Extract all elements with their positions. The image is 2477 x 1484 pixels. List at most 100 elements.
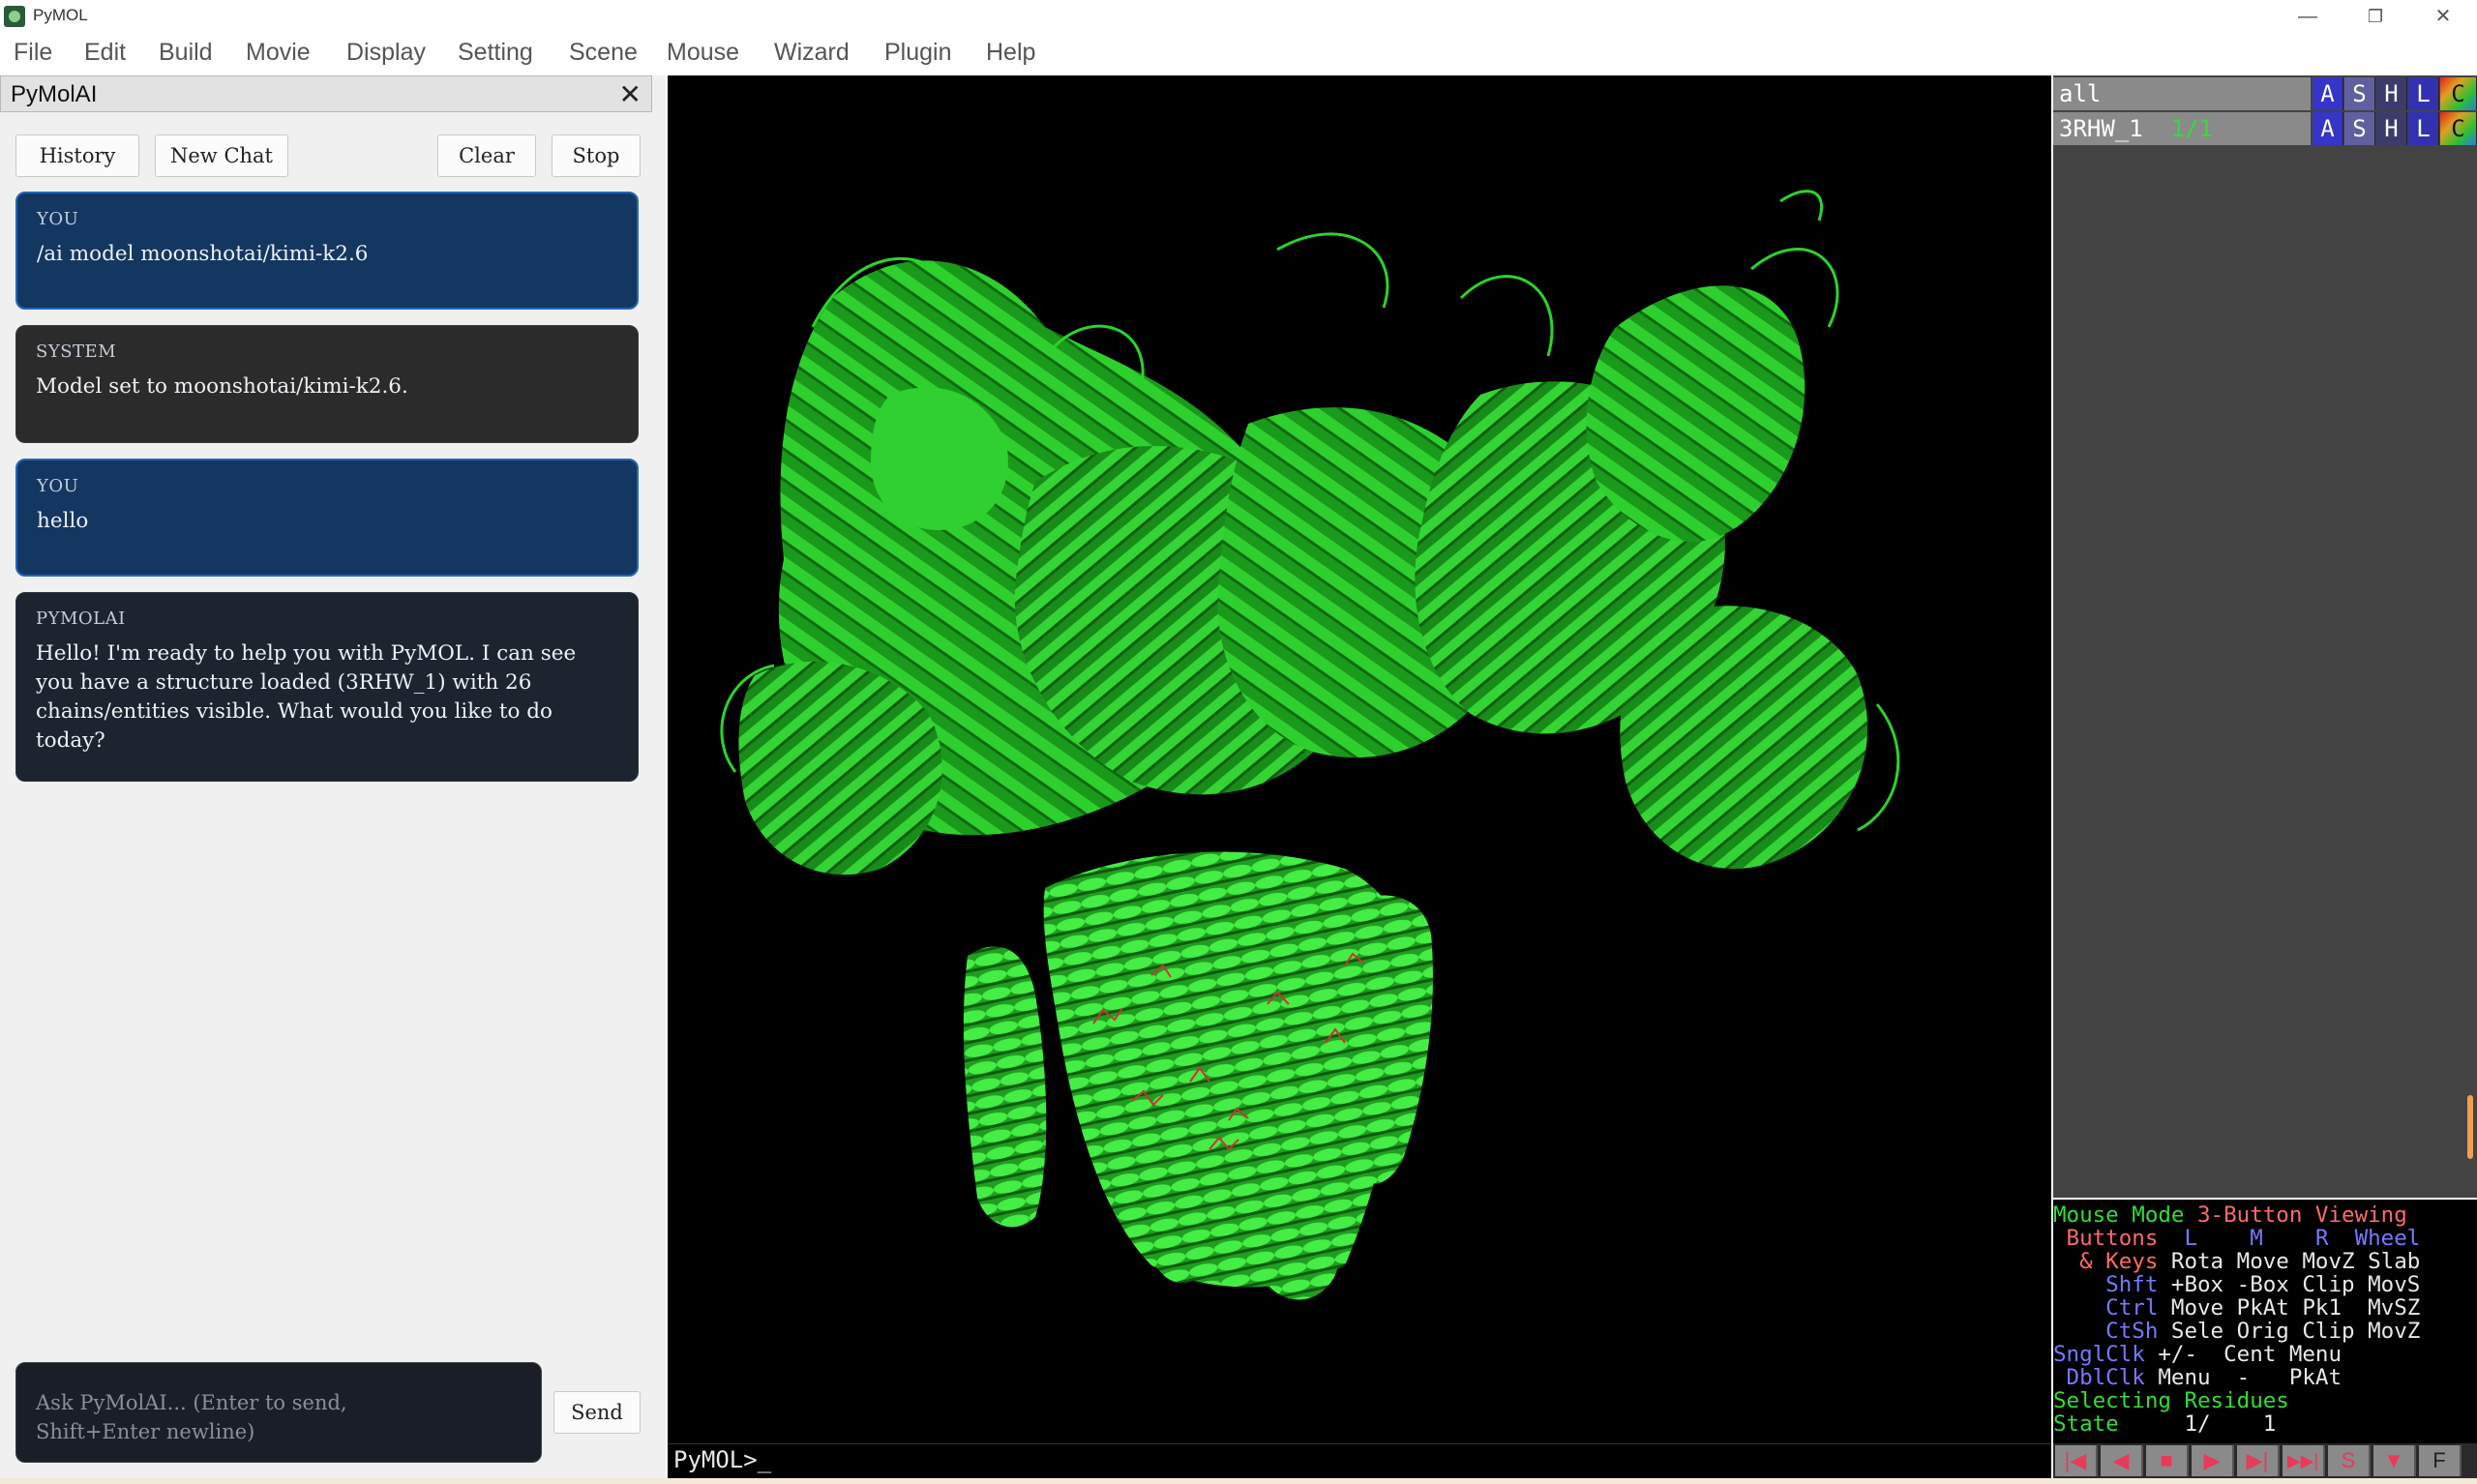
end-button[interactable]: ▶▶| [2283,1445,2325,1476]
panel-scroll-handle[interactable] [2467,1095,2473,1159]
color-button[interactable]: C [2440,77,2477,110]
state-value: 1/ 1 [2184,1411,2277,1437]
show-button[interactable]: S [2344,112,2375,145]
object-name-text: 3RHW_1 [2059,115,2143,142]
fullscreen-button[interactable]: F [2419,1445,2462,1476]
ctsh-label: CtSh [2053,1319,2159,1344]
scene-button[interactable]: S [2328,1445,2371,1476]
new-chat-button[interactable]: New Chat [155,134,288,177]
step-back-button[interactable]: ◀ [2101,1445,2143,1476]
chat-message-user: YOU /ai model moonshotai/kimi-k2.6 [15,192,639,310]
menu-file[interactable]: File [14,39,52,67]
menu-scene[interactable]: Scene [569,39,638,67]
hide-button[interactable]: H [2376,77,2407,110]
message-role: SYSTEM [36,341,117,362]
object-name[interactable]: 3RHW_1 1/1 [2053,112,2311,145]
hide-button[interactable]: H [2376,112,2407,145]
message-text: Model set to moonshotai/kimi-k2.6. [36,374,408,399]
sngl-label: SnglClk [2053,1342,2145,1367]
ctrl-values: Move PkAt Pk1 MvSZ [2170,1295,2421,1321]
ctsh-row: CtSh Sele Orig Clip MovZ [2053,1320,2420,1343]
clear-button[interactable]: Clear [437,134,536,177]
col-l: L [2184,1226,2198,1251]
sngl-values: +/- Cent Menu [2158,1342,2343,1367]
chat-message-assistant: PYMOLAI Hello! I'm ready to help you wit… [15,592,639,782]
close-panel-icon[interactable]: ✕ [619,78,642,110]
window-title: PyMOL [33,6,88,24]
history-button[interactable]: History [15,134,139,177]
play-button[interactable]: ▶ [2192,1445,2234,1476]
panel-title: PyMolAI [11,81,98,107]
mouse-mode-value: 3-Button Viewing [2197,1202,2407,1228]
mouse-mode-panel[interactable]: Mouse Mode 3-Button Viewing Buttons L M … [2053,1200,2477,1443]
step-forward-button[interactable]: ▶| [2237,1445,2280,1476]
ctrl-row: Ctrl Move PkAt Pk1 MvSZ [2053,1296,2420,1320]
buttons-row: Buttons L M R Wheel [2053,1226,2421,1251]
menu-display[interactable]: Display [346,39,426,67]
stop-button[interactable]: Stop [552,134,641,177]
keys-values: Rota Move MovZ Slab [2170,1249,2421,1274]
action-button[interactable]: A [2313,77,2343,110]
minimize-button[interactable]: — [2274,0,2342,33]
menu-edit[interactable]: Edit [84,39,126,67]
message-text: /ai model moonshotai/kimi-k2.6 [37,242,369,266]
col-m: M [2250,1226,2263,1251]
menu-plugin[interactable]: Plugin [884,39,952,67]
command-line[interactable]: PyMOL>_ [668,1443,2051,1478]
command-prompt: PyMOL>_ [673,1446,772,1473]
selecting-text: Selecting Residues [2053,1388,2289,1413]
pymolai-panel: PyMolAI ✕ History New Chat Clear Stop YO… [0,75,666,1484]
chat-input[interactable]: Ask PyMolAI... (Enter to send, Shift+Ent… [15,1362,542,1463]
mouse-mode-label: Mouse Mode [2053,1202,2198,1228]
pymol-app-icon [4,6,25,27]
keys-row: & Keys Rota Move MovZ Slab [2053,1250,2420,1273]
menu-movie[interactable]: Movie [246,39,311,67]
buttons-label: Buttons [2053,1226,2159,1251]
object-row-3rhw[interactable]: 3RHW_1 1/1 A S H L C [2053,112,2477,145]
chat-input-placeholder: Ask PyMolAI... (Enter to send, Shift+Ent… [36,1391,347,1443]
shft-values: +Box -Box Clip MovS [2170,1272,2421,1297]
object-row-all[interactable]: all A S H L C [2053,77,2477,110]
object-name[interactable]: all [2053,77,2311,110]
keys-label: & Keys [2053,1249,2159,1274]
dbl-row: DblClk Menu - PkAt [2053,1365,2343,1390]
dropdown-button[interactable]: ▼ [2373,1445,2416,1476]
menu-help[interactable]: Help [986,39,1035,67]
send-button[interactable]: Send [553,1391,641,1434]
label-button[interactable]: L [2408,77,2439,110]
restore-button[interactable]: ❐ [2342,0,2409,33]
object-panel: all A S H L C 3RHW_1 1/1 A S H L C [2053,75,2477,1198]
close-window-button[interactable]: ✕ [2409,0,2477,33]
message-text: hello [37,509,89,533]
protein-cartoon [720,190,1900,1300]
menu-mouse[interactable]: Mouse [667,39,739,67]
state-row: State 1/ 1 [2053,1412,2276,1436]
mouse-mode-header: Mouse Mode 3-Button Viewing [2053,1203,2407,1227]
label-button[interactable]: L [2408,112,2439,145]
chat-message-system: SYSTEM Model set to moonshotai/kimi-k2.6… [15,325,639,443]
color-button[interactable]: C [2440,112,2477,145]
show-button[interactable]: S [2344,77,2375,110]
title-bar: PyMOL — ❐ ✕ [0,0,2477,33]
selecting-row: Selecting Residues [2053,1389,2289,1412]
state-label: State [2053,1411,2119,1437]
menu-wizard[interactable]: Wizard [774,39,850,67]
molecular-viewer[interactable] [668,75,2051,1443]
shft-label: Shft [2053,1272,2159,1297]
playback-controls: |◀ ◀ ■ ▶ ▶| ▶▶| S ▼ F [2053,1443,2477,1478]
action-button[interactable]: A [2313,112,2343,145]
message-role: YOU [37,209,79,229]
rewind-button[interactable]: |◀ [2055,1445,2098,1476]
menu-setting[interactable]: Setting [458,39,533,67]
dbl-label: DblClk [2053,1365,2145,1390]
col-wheel: Wheel [2354,1226,2421,1251]
message-role: PYMOLAI [36,608,126,629]
panel-header: PyMolAI ✕ [0,75,652,112]
menu-build[interactable]: Build [159,39,213,67]
object-name-text: all [2059,80,2102,107]
ctrl-label: Ctrl [2053,1295,2159,1321]
window-bottom-edge [0,1478,2477,1484]
col-r: R [2314,1226,2329,1251]
stop-playback-button[interactable]: ■ [2146,1445,2189,1476]
menu-bar: File Edit Build Movie Display Setting Sc… [0,33,2477,74]
